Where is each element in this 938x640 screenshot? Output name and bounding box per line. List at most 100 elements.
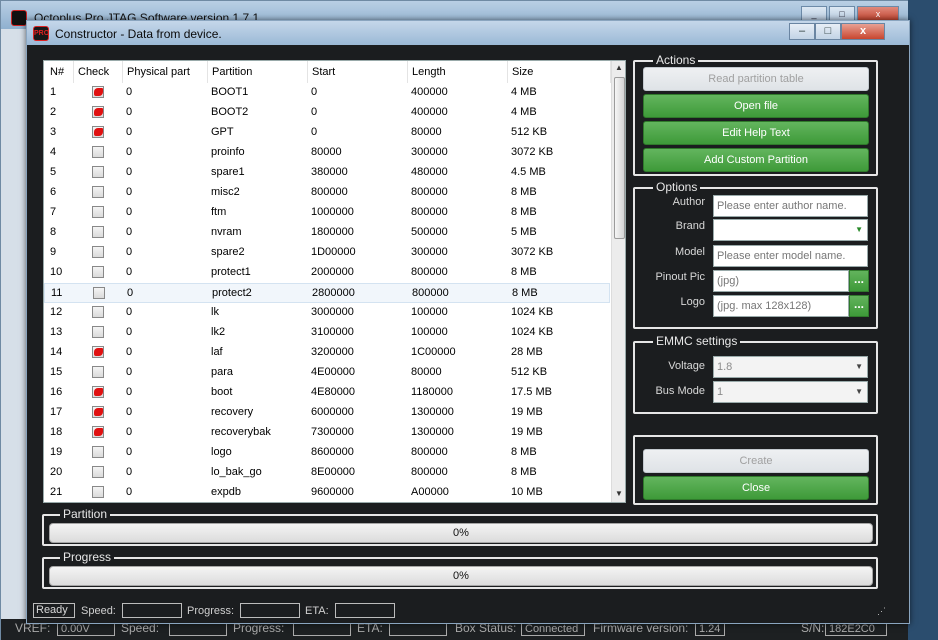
close-button[interactable]: Close bbox=[643, 476, 869, 500]
table-row[interactable]: 17 0 recovery 6000000 1300000 19 MB bbox=[44, 403, 610, 423]
row-partition-name: nvram bbox=[211, 226, 242, 238]
row-length: 1300000 bbox=[411, 406, 454, 418]
row-checkbox[interactable] bbox=[92, 266, 104, 278]
row-start: 8E00000 bbox=[311, 466, 356, 478]
table-row[interactable]: 14 0 laf 3200000 1C00000 28 MB bbox=[44, 343, 610, 363]
row-size: 19 MB bbox=[511, 426, 543, 438]
table-row[interactable]: 3 0 GPT 0 80000 512 KB bbox=[44, 123, 610, 143]
row-length: 800000 bbox=[411, 206, 448, 218]
row-size: 19 MB bbox=[511, 406, 543, 418]
row-start: 8600000 bbox=[311, 446, 354, 458]
bus-mode-select[interactable]: 1 ▼ bbox=[713, 381, 868, 403]
row-number: 5 bbox=[50, 166, 57, 178]
row-length: 800000 bbox=[411, 266, 448, 278]
dialog-minimize-button[interactable]: – bbox=[789, 23, 815, 40]
table-row[interactable]: 1 0 BOOT1 0 400000 4 MB bbox=[44, 83, 610, 103]
row-checkbox[interactable] bbox=[92, 366, 104, 378]
table-row[interactable]: 19 0 logo 8600000 800000 8 MB bbox=[44, 443, 610, 463]
open-file-button[interactable]: Open file bbox=[643, 94, 869, 118]
table-row[interactable]: 6 0 misc2 800000 800000 8 MB bbox=[44, 183, 610, 203]
author-input[interactable]: Please enter author name. bbox=[713, 195, 868, 217]
table-row[interactable]: 7 0 ftm 1000000 800000 8 MB bbox=[44, 203, 610, 223]
row-checkbox[interactable] bbox=[92, 466, 104, 478]
row-checkbox[interactable] bbox=[92, 226, 104, 238]
row-size: 28 MB bbox=[511, 346, 543, 358]
row-checkbox[interactable] bbox=[92, 426, 104, 438]
row-size: 4 MB bbox=[511, 106, 537, 118]
row-checkbox[interactable] bbox=[92, 166, 104, 178]
scrollbar-thumb[interactable] bbox=[614, 77, 625, 239]
table-row[interactable]: 9 0 spare2 1D00000 300000 3072 KB bbox=[44, 243, 610, 263]
create-button[interactable]: Create bbox=[643, 449, 869, 473]
read-partition-table-button[interactable]: Read partition table bbox=[643, 67, 869, 91]
row-partition-name: proinfo bbox=[211, 146, 245, 158]
table-row[interactable]: 2 0 BOOT2 0 400000 4 MB bbox=[44, 103, 610, 123]
row-number: 17 bbox=[50, 406, 63, 418]
header-size: Size bbox=[508, 61, 611, 83]
row-start: 0 bbox=[311, 106, 318, 118]
row-number: 8 bbox=[50, 226, 57, 238]
table-row[interactable]: 18 0 recoverybak 7300000 1300000 19 MB bbox=[44, 423, 610, 443]
resize-grip-icon[interactable]: ⋰ bbox=[877, 606, 886, 617]
row-number: 9 bbox=[50, 246, 57, 258]
row-length: 800000 bbox=[411, 186, 448, 198]
voltage-select[interactable]: 1.8 ▼ bbox=[713, 356, 868, 378]
bg-speed-value bbox=[169, 622, 227, 636]
row-checkbox[interactable] bbox=[92, 126, 104, 138]
pinout-input[interactable]: (jpg) bbox=[713, 270, 849, 292]
logo-input[interactable]: (jpg. max 128x128) bbox=[713, 295, 849, 317]
row-checkbox[interactable] bbox=[92, 486, 104, 498]
table-row[interactable]: 5 0 spare1 380000 480000 4.5 MB bbox=[44, 163, 610, 183]
table-row[interactable]: 4 0 proinfo 80000 300000 3072 KB bbox=[44, 143, 610, 163]
row-physical-part: 0 bbox=[126, 306, 133, 318]
row-checkbox[interactable] bbox=[92, 86, 104, 98]
row-size: 1024 KB bbox=[511, 306, 554, 318]
table-row[interactable]: 16 0 boot 4E80000 1180000 17.5 MB bbox=[44, 383, 610, 403]
table-row[interactable]: 12 0 lk 3000000 100000 1024 KB bbox=[44, 303, 610, 323]
table-row[interactable]: 21 0 expdb 9600000 A00000 10 MB bbox=[44, 483, 610, 502]
table-row[interactable]: 8 0 nvram 1800000 500000 5 MB bbox=[44, 223, 610, 243]
row-checkbox[interactable] bbox=[92, 146, 104, 158]
row-checkbox[interactable] bbox=[92, 326, 104, 338]
eta-value bbox=[335, 603, 395, 618]
row-checkbox[interactable] bbox=[92, 406, 104, 418]
row-checkbox[interactable] bbox=[93, 287, 105, 299]
row-checkbox[interactable] bbox=[92, 246, 104, 258]
row-checkbox[interactable] bbox=[92, 346, 104, 358]
octoplus-logo-icon bbox=[11, 10, 27, 26]
row-checkbox[interactable] bbox=[92, 106, 104, 118]
table-row[interactable]: 10 0 protect1 2000000 800000 8 MB bbox=[44, 263, 610, 283]
table-row[interactable]: 13 0 lk2 3100000 100000 1024 KB bbox=[44, 323, 610, 343]
table-row[interactable]: 20 0 lo_bak_go 8E00000 800000 8 MB bbox=[44, 463, 610, 483]
row-checkbox[interactable] bbox=[92, 206, 104, 218]
model-input[interactable]: Please enter model name. bbox=[713, 245, 868, 267]
table-row[interactable]: 15 0 para 4E00000 80000 512 KB bbox=[44, 363, 610, 383]
partition-table[interactable]: N# Check Physical part Partition Start L… bbox=[43, 60, 626, 503]
add-custom-partition-button[interactable]: Add Custom Partition bbox=[643, 148, 869, 172]
row-size: 17.5 MB bbox=[511, 386, 552, 398]
row-checkbox[interactable] bbox=[92, 306, 104, 318]
brand-select[interactable]: ▼ bbox=[713, 219, 868, 241]
row-length: 1180000 bbox=[411, 386, 454, 398]
dialog-maximize-button[interactable]: □ bbox=[815, 23, 841, 40]
row-length: 300000 bbox=[411, 146, 448, 158]
table-scrollbar[interactable]: ▲ ▼ bbox=[611, 61, 625, 502]
firmware-value: 1.24 bbox=[695, 622, 725, 636]
create-close-group: Create Close bbox=[633, 435, 878, 505]
edit-help-text-button[interactable]: Edit Help Text bbox=[643, 121, 869, 145]
scroll-up-icon[interactable]: ▲ bbox=[615, 63, 623, 72]
row-checkbox[interactable] bbox=[92, 186, 104, 198]
dialog-close-button[interactable]: x bbox=[841, 23, 885, 40]
row-checkbox[interactable] bbox=[92, 386, 104, 398]
pinout-browse-button[interactable]: ... bbox=[849, 270, 869, 292]
row-start: 0 bbox=[311, 126, 318, 138]
logo-browse-button[interactable]: ... bbox=[849, 295, 869, 317]
row-number: 1 bbox=[50, 86, 57, 98]
row-physical-part: 0 bbox=[126, 486, 133, 498]
voltage-value: 1.8 bbox=[717, 361, 733, 373]
scroll-down-icon[interactable]: ▼ bbox=[615, 489, 623, 498]
table-row[interactable]: 11 0 protect2 2800000 800000 8 MB bbox=[44, 283, 610, 303]
row-physical-part: 0 bbox=[126, 406, 133, 418]
row-checkbox[interactable] bbox=[92, 446, 104, 458]
bus-mode-value: 1 bbox=[717, 386, 724, 398]
